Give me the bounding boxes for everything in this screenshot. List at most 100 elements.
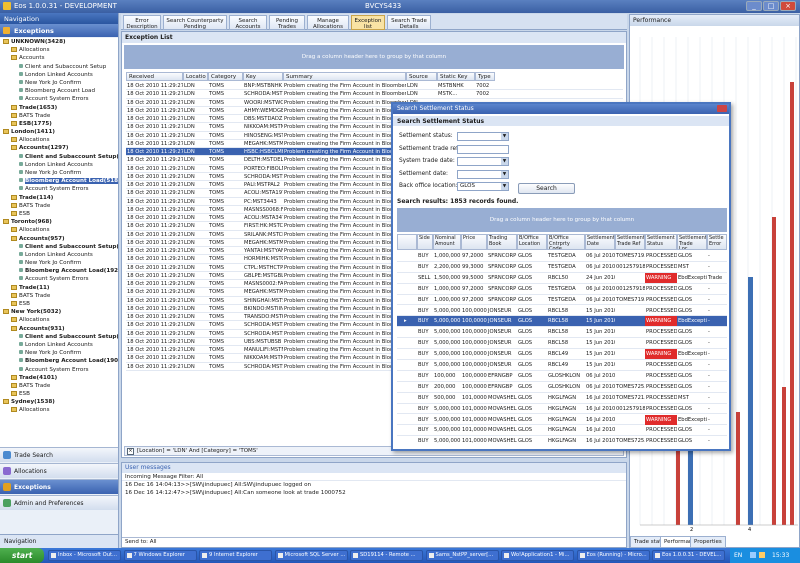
tree-node[interactable]: Accounts(1297) [0, 144, 118, 152]
table-row[interactable]: BUY 5,000,000 101,0000 MOVASHEL GLOS HKGLFAGN… [397, 425, 727, 437]
tree-node[interactable]: Trade(4101) [0, 374, 118, 382]
chevron-down-icon[interactable]: ▼ [501, 170, 508, 178]
chevron-down-icon[interactable]: ▼ [501, 183, 508, 190]
nav-button-exceptions[interactable]: Exceptions [0, 479, 118, 494]
tab-exception-list[interactable]: Exception list [351, 15, 385, 30]
column-header[interactable]: Trading Book [487, 234, 517, 250]
tree-node[interactable]: London Linked Accounts [0, 71, 118, 79]
tree-node[interactable]: ESB(1775) [0, 120, 118, 128]
close-button[interactable]: × [780, 1, 796, 11]
table-row[interactable]: BUY 5,000,000 100,0000 JONSEUR GLOS RBCL58 15 … [397, 327, 727, 339]
tree-node[interactable]: Allocations [0, 406, 118, 414]
tree-node[interactable]: Accounts(931) [0, 325, 118, 333]
taskbar-item[interactable]: Eos (Running) - Micro... [576, 550, 650, 561]
tree-node[interactable]: Sydney(1538) [0, 398, 118, 406]
nav-button-trade-search[interactable]: Trade Search [0, 447, 118, 462]
exception-tree[interactable]: UNKNOWN(3428) Allocations Accounts Client a… [0, 38, 118, 450]
table-row[interactable]: 18 Oct 2010 11:29:27LDNTOMSSCHRODA:MSTK.… [126, 90, 623, 99]
dialog-group-by-area[interactable]: Drag a column header here to group by th… [397, 208, 727, 232]
column-header[interactable]: Settle Error [707, 234, 727, 250]
tree-node[interactable]: BATS Trade [0, 382, 118, 390]
tree-node[interactable]: ESB [0, 300, 118, 308]
taskbar-item[interactable]: Sams_NstPP_server[... [425, 550, 499, 561]
column-header[interactable]: Settlement Trade Ref [615, 234, 645, 250]
tree-node[interactable]: Bloomberg Account Load(190) [0, 357, 118, 365]
tree-node[interactable]: UNKNOWN(3428) [0, 38, 118, 46]
tab-manage-allocations[interactable]: Manage Allocations [307, 15, 349, 30]
tree-node[interactable]: Account System Errors [0, 275, 118, 283]
table-row[interactable]: 18 Oct 2010 11:29:27 LDN TOMS BNP:MSTBNHK Pr… [126, 82, 623, 91]
tree-node[interactable]: New York Jo Confirm [0, 169, 118, 177]
tree-node[interactable]: Client and Subaccount Setup(779) [0, 153, 118, 161]
tree-node[interactable]: Client and Subaccount Setup [0, 63, 118, 71]
tree-node[interactable]: Accounts [0, 54, 118, 62]
table-row[interactable]: BUY 100,000 100,0000 EFRNGBP GLOS GLOSHKLON 06… [397, 371, 727, 382]
column-header[interactable]: Type [475, 72, 495, 81]
table-row[interactable]: BUY 1,000,000 97,2000 SFRNCORP GLOS TESTGEDA 0… [397, 251, 727, 262]
taskbar-item[interactable]: 7 Windows Explorer [123, 550, 197, 561]
tree-node[interactable]: Toronto(968) [0, 218, 118, 226]
maximize-button[interactable]: □ [763, 1, 779, 11]
tree-node[interactable]: Account System Errors [0, 95, 118, 103]
back-office-location-dropdown[interactable]: GLOS ▼ [457, 182, 509, 191]
tree-node[interactable]: London Linked Accounts [0, 251, 118, 259]
tree-node[interactable]: Account System Errors [0, 185, 118, 193]
tree-node[interactable]: BATS Trade [0, 202, 118, 210]
tree-node[interactable]: Accounts(957) [0, 235, 118, 243]
tree-node[interactable]: New York(5032) [0, 308, 118, 316]
chevron-down-icon[interactable]: ▼ [501, 158, 508, 165]
column-header[interactable]: B/Office Location [517, 234, 547, 250]
tree-node[interactable]: Bloomberg Account Load(518) [0, 177, 118, 185]
tree-node[interactable]: London Linked Accounts [0, 161, 118, 169]
tree-node[interactable]: Allocations [0, 316, 118, 324]
chevron-down-icon[interactable]: ▼ [501, 133, 508, 140]
tree-node[interactable]: Trade(1653) [0, 104, 118, 112]
tree-node[interactable]: Client and Subaccount Setup(741) [0, 333, 118, 341]
language-indicator[interactable]: EN [734, 552, 742, 559]
tab-properties[interactable]: Properties [690, 536, 726, 548]
tree-node[interactable]: Bloomberg Account Load(192) [0, 267, 118, 275]
table-row[interactable]: BUY 5,000,000 100,0000 JONSEUR GLOS RBCL58 15 … [397, 306, 727, 317]
tree-node[interactable]: London(1411) [0, 128, 118, 136]
start-button[interactable]: start [0, 548, 44, 563]
column-header[interactable]: Key [243, 72, 283, 81]
dialog-close-icon[interactable] [717, 105, 727, 112]
table-row[interactable]: BUY 5,000,000 101,0000 MOVASHEL GLOS HKGLFAGN… [397, 436, 727, 444]
column-header[interactable]: Settlement Status [645, 234, 677, 250]
tray-icon[interactable] [750, 552, 756, 558]
tree-node[interactable]: Client and Subaccount Setup(765) [0, 243, 118, 251]
table-row[interactable]: ▸ BUY 5,000,000 100,0000 JONSEUR GLOS RBCL58 15… [397, 316, 727, 328]
tree-node[interactable]: Account System Errors [0, 366, 118, 374]
tree-node[interactable]: Allocations [0, 136, 118, 144]
system-trade-date-dropdown[interactable]: ▼ [457, 157, 509, 166]
tab-error-description[interactable]: Error Description [123, 15, 161, 30]
tab-search-counterparty-pending[interactable]: Search Counterparty Pending [163, 15, 227, 30]
tree-node[interactable]: ESB [0, 390, 118, 398]
column-header[interactable]: Price [461, 234, 487, 250]
tree-node[interactable]: BATS Trade [0, 292, 118, 300]
tree-node[interactable]: BATS Trade [0, 112, 118, 120]
column-header[interactable]: Summary [283, 72, 406, 81]
table-row[interactable]: BUY 5,000,000 100,0000 JONSEUR GLOS RBCL49 15 … [397, 349, 727, 360]
taskbar-item[interactable]: SD19114 - Remote ... [350, 550, 423, 561]
table-row[interactable]: BUY 2,200,000 99,3000 SFRNCORP GLOS TESTGEDA 0… [397, 262, 727, 273]
tab-search-trade-details[interactable]: Search Trade Details [387, 15, 431, 30]
tab-pending-trades[interactable]: Pending Trades [269, 15, 305, 30]
table-row[interactable]: BUY 5,000,000 101,0000 MOVASHEL GLOS HKGLFAGN… [397, 414, 727, 426]
column-header[interactable]: Category [208, 72, 243, 81]
table-row[interactable]: BUY 5,000,000 100,0000 JONSEUR GLOS RBCL49 15 … [397, 360, 727, 371]
column-header[interactable]: Source [406, 72, 437, 81]
column-header[interactable]: Nominal Amount [433, 234, 461, 250]
group-by-area[interactable]: Drag a column header here to group by th… [124, 45, 624, 69]
tree-node[interactable]: New York Jo Confirm [0, 259, 118, 267]
taskbar-item[interactable]: 9 Internet Explorer [199, 550, 272, 561]
settlement-status-dropdown[interactable]: ▼ [457, 132, 509, 141]
table-row[interactable]: BUY 500,000 101,0000 MOVASHEL GLOS HKGLFAGN 16… [397, 393, 727, 404]
table-row[interactable]: BUY 5,000,000 101,0000 MOVASHEL GLOS HKGLFAGN… [397, 404, 727, 415]
taskbar-item[interactable]: Eos 1.0.0.31 - DEVEL... [652, 550, 725, 561]
tree-node[interactable]: Bloomberg Account Load [0, 87, 118, 95]
column-header[interactable]: Locatio [183, 72, 208, 81]
send-to-field[interactable]: Send to: All [122, 537, 626, 547]
nav-button-admin-and-preferences[interactable]: Admin and Preferences [0, 495, 118, 510]
tree-node[interactable]: Trade(11) [0, 284, 118, 292]
